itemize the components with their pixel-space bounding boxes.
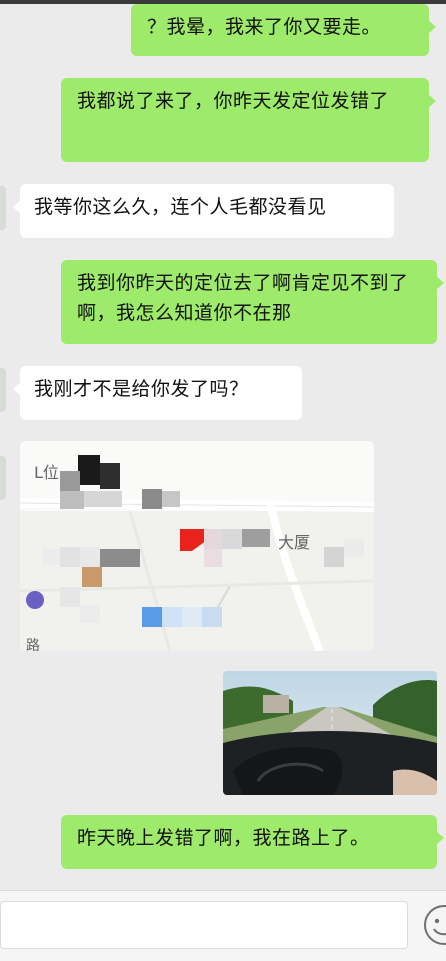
map-blur-block (78, 455, 100, 485)
map-blur-block (42, 549, 60, 565)
map-blur-block (60, 491, 84, 509)
map-label: L位 (34, 463, 59, 482)
image-message[interactable] (223, 671, 437, 795)
map-blur-block (204, 529, 222, 549)
map-blur-block (60, 471, 80, 493)
map-label: 路 (26, 638, 40, 651)
map-blur-block (84, 491, 122, 507)
map-blur-block (100, 549, 140, 567)
map-poi-icon (26, 591, 44, 609)
received-message-bubble[interactable]: 我等你这么久，连个人毛都没看见 (13, 184, 394, 238)
map-blur-block (80, 547, 100, 567)
map-blur-block (60, 587, 80, 607)
message-text: 我都说了来了，你昨天发定位发错了 (77, 90, 390, 112)
map-blur-block (100, 463, 120, 489)
sent-message-bubble[interactable]: 我都说了来了，你昨天发定位发错了 (61, 78, 436, 162)
sent-message-bubble[interactable]: ？我晕，我来了你又要走。 (131, 4, 436, 56)
sent-message-bubble[interactable]: 我到你昨天的定位去了啊肯定见不到了啊，我怎么知道你不在那 (61, 260, 444, 344)
smiley-face-icon[interactable] (422, 903, 446, 947)
contact-avatar[interactable] (0, 186, 6, 230)
received-message-bubble[interactable]: 我刚才不是给你发了吗？ (13, 366, 302, 420)
message-text: 昨天晚上发错了啊，我在路上了。 (77, 827, 370, 849)
road-photo (223, 671, 437, 795)
map-blur-block (60, 547, 80, 567)
map-blur-block (324, 547, 344, 567)
map-blur-block (162, 607, 182, 627)
message-text: 我等你这么久，连个人毛都没看见 (34, 196, 327, 218)
map-label: 大厦 (278, 533, 311, 552)
map-blur-block (204, 549, 222, 567)
location-message-card[interactable]: L位 大厦 路 (20, 441, 374, 651)
map-blur-block (222, 529, 242, 549)
message-text: 我到你昨天的定位去了啊肯定见不到了啊，我怎么知道你不在那 (77, 272, 409, 324)
message-text: 我刚才不是给你发了吗？ (34, 378, 249, 400)
map-blur-block (202, 607, 222, 627)
map-blur-block (142, 607, 162, 627)
chat-input-bar (0, 890, 446, 961)
map-blur-block (242, 529, 270, 547)
contact-avatar[interactable] (0, 368, 6, 412)
map-blur-block (182, 607, 202, 627)
map-blur-block (142, 489, 162, 509)
sent-message-bubble[interactable]: 昨天晚上发错了啊，我在路上了。 (61, 815, 444, 869)
map-blur-block (162, 491, 180, 507)
contact-avatar[interactable] (0, 456, 6, 500)
map-blur-block (344, 539, 364, 557)
map-blur-block (80, 605, 100, 623)
message-text: ？我晕，我来了你又要走。 (147, 16, 382, 38)
message-input[interactable] (0, 901, 408, 949)
map-blur-block (82, 567, 102, 587)
